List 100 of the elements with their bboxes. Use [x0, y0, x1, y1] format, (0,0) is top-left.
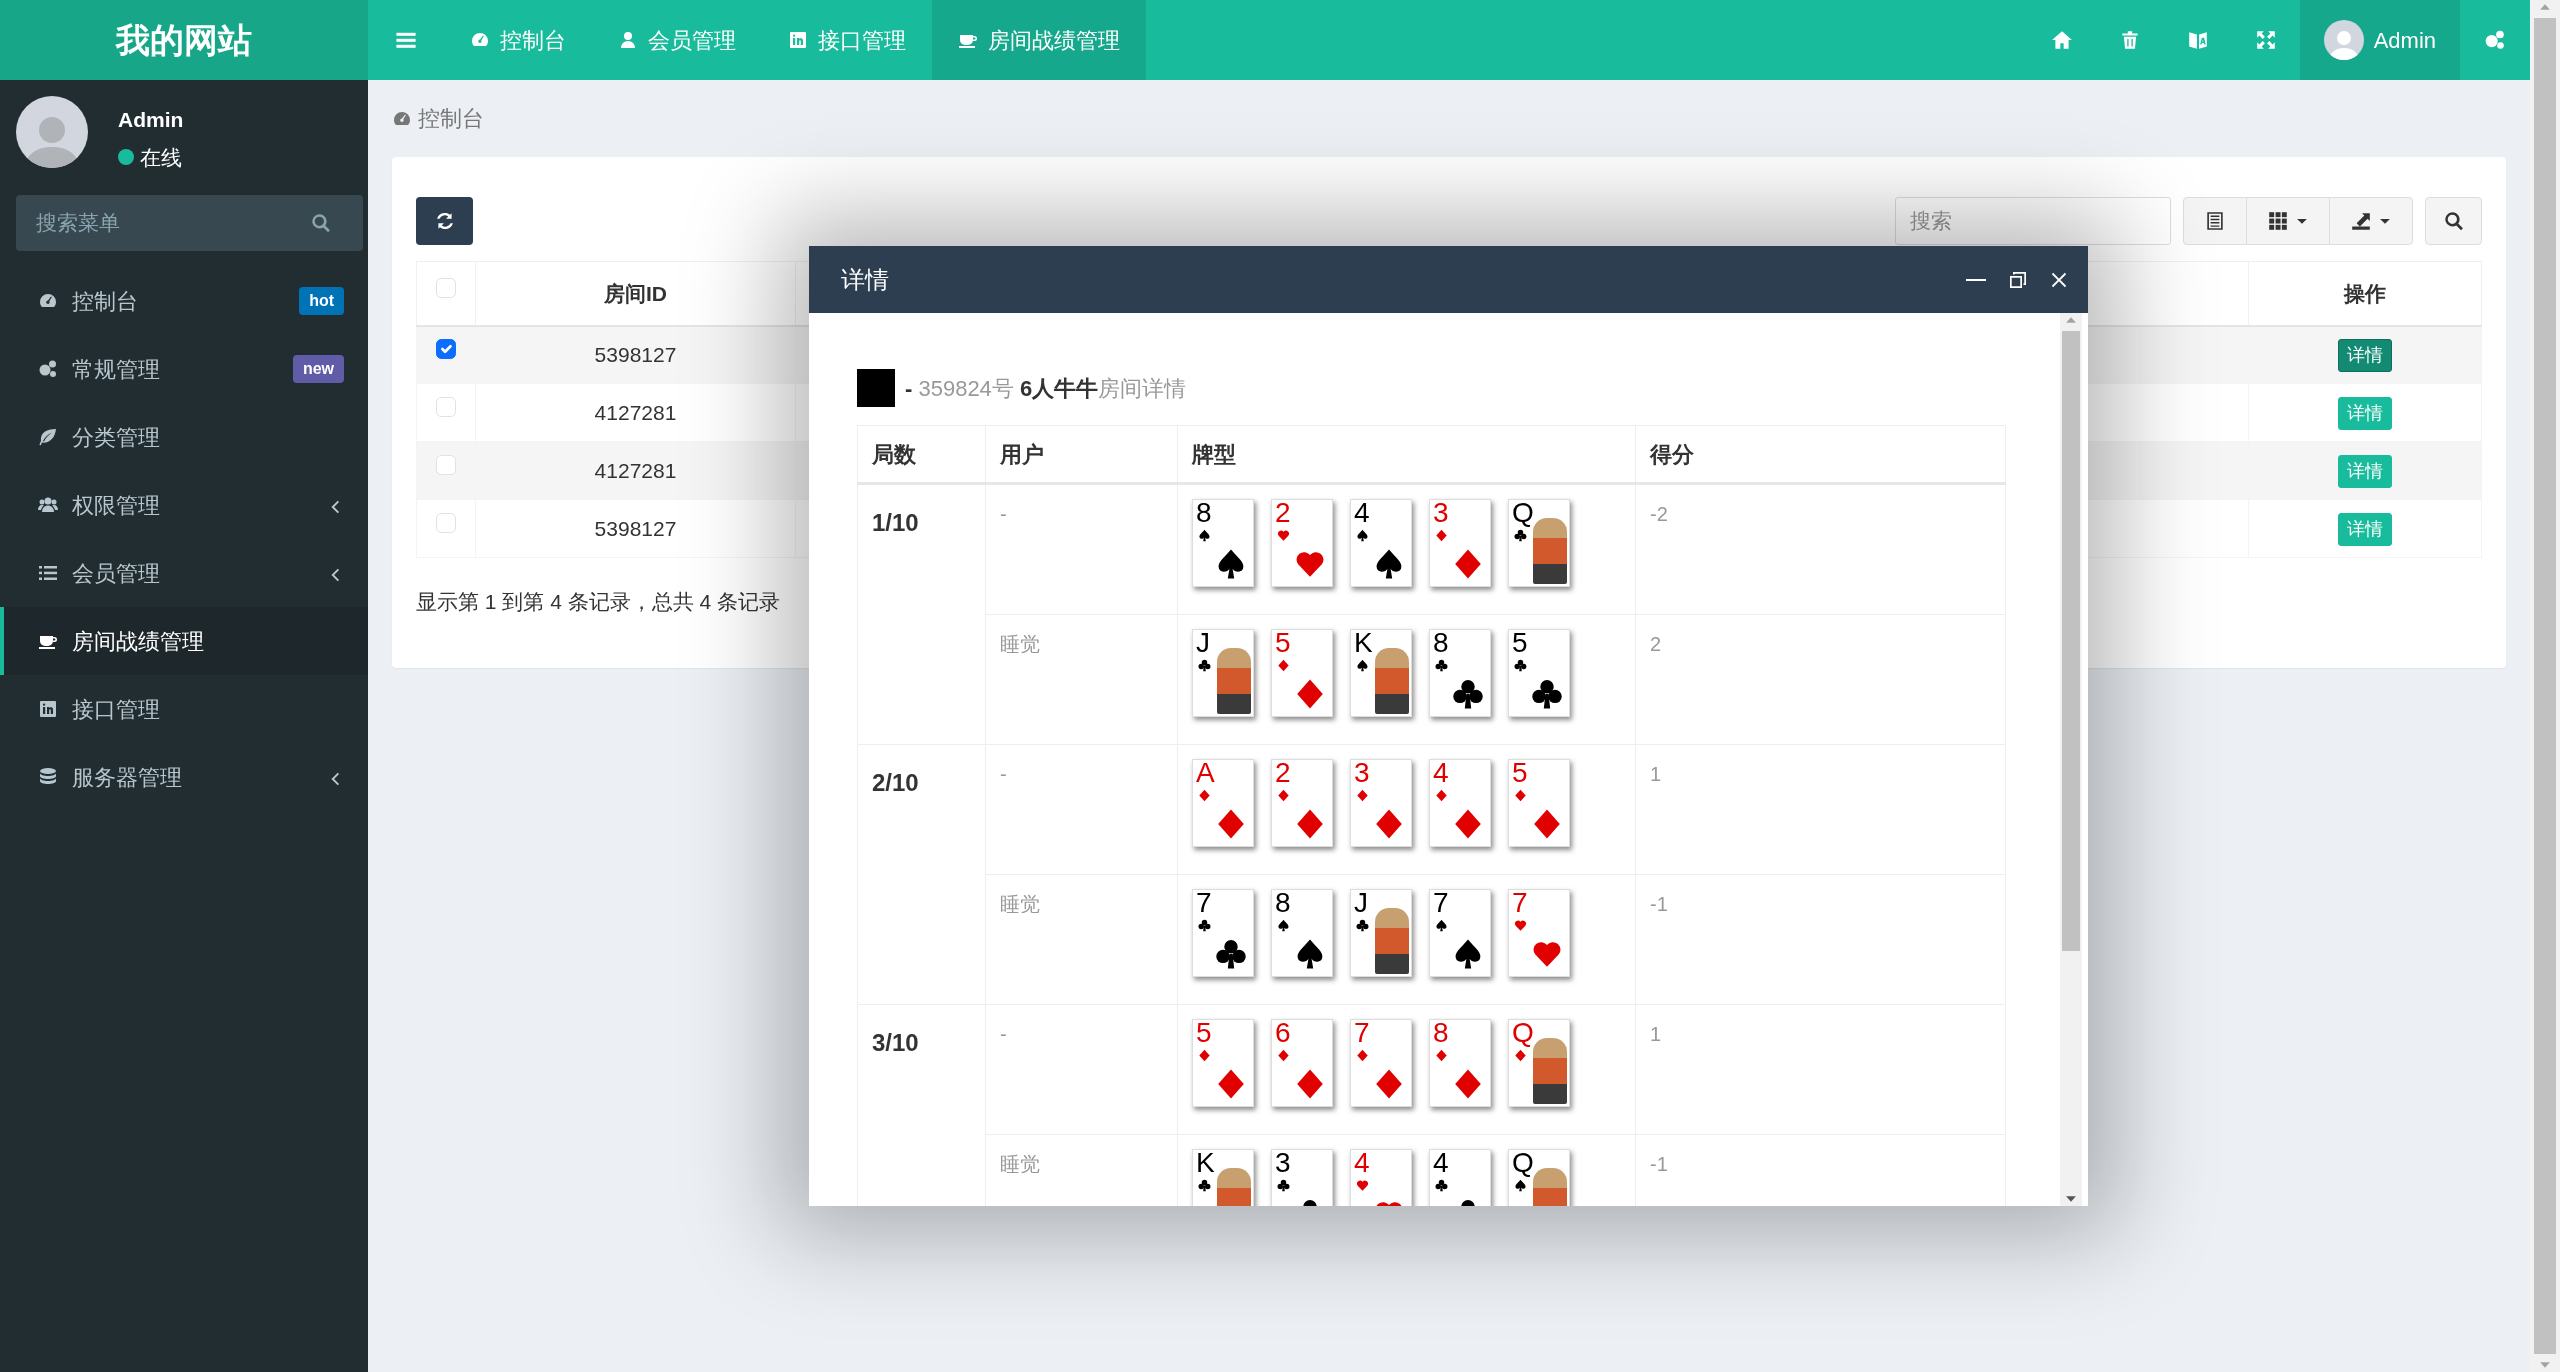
details-button[interactable]: 详情 [2338, 338, 2392, 372]
club-icon [1514, 529, 1527, 542]
card-rank: 4 [1433, 758, 1449, 789]
diamond-icon [1356, 1049, 1369, 1062]
card-rank: Q [1512, 1148, 1534, 1179]
site-logo[interactable]: 我的网站 [0, 0, 368, 80]
table-cell: 5398127 [594, 516, 677, 540]
column-header: 房间ID [475, 261, 796, 326]
sidebar-item[interactable]: 会员管理 [0, 539, 368, 607]
user-menu-button[interactable]: Admin [2299, 0, 2460, 80]
image-placeholder [857, 369, 895, 407]
table-cell: 4127281 [594, 458, 677, 482]
card-rank: J [1196, 628, 1210, 659]
player-name: 睡觉 [1000, 633, 1040, 655]
people-icon [38, 495, 58, 515]
card-rank: 4 [1433, 1148, 1449, 1179]
card-rank: 3 [1433, 498, 1449, 529]
close-button[interactable] [2050, 270, 2068, 289]
score: 1 [1650, 1023, 1662, 1045]
club-icon [1198, 1179, 1211, 1192]
search-button[interactable] [2425, 197, 2482, 245]
heart-icon [1356, 1179, 1369, 1192]
card-rank: 3 [1354, 758, 1370, 789]
maximize-button[interactable] [2008, 269, 2028, 290]
club-icon [1198, 919, 1211, 932]
sidebar-item[interactable]: 服务器管理 [0, 743, 368, 811]
home-icon [2050, 29, 2073, 51]
sidebar-item[interactable]: 权限管理 [0, 471, 368, 539]
sidebar-item[interactable]: 控制台 hot [0, 267, 368, 335]
user-name: Admin [118, 107, 184, 133]
diamond-icon [1435, 529, 1448, 542]
online-dot-icon [118, 149, 134, 166]
player-name: - [1000, 763, 1007, 785]
sidebar-item[interactable]: 分类管理 [0, 403, 368, 471]
sidebar-item[interactable]: 房间战绩管理 [0, 607, 368, 675]
score: -1 [1650, 1153, 1668, 1175]
card-rank: 7 [1354, 1018, 1370, 1049]
menu-badge: hot [299, 287, 344, 315]
person-icon [618, 30, 638, 50]
card-rank: 2 [1275, 498, 1291, 529]
column-header: 牌型 [1177, 425, 1636, 484]
diamond-icon [1198, 789, 1211, 802]
page-scrollbar[interactable] [2534, 18, 2556, 1354]
diamond-icon [1435, 1049, 1448, 1062]
nav-tab[interactable]: 接口管理 [762, 0, 932, 80]
details-button[interactable]: 详情 [2338, 512, 2392, 546]
player-name: 睡觉 [1000, 893, 1040, 915]
table-cell: 5398127 [594, 343, 677, 366]
nav-tab[interactable]: 控制台 [444, 0, 592, 80]
card-rank: 2 [1275, 758, 1291, 789]
select-all-checkbox[interactable] [436, 277, 456, 298]
minimize-button[interactable] [1966, 278, 1986, 281]
club-icon [1435, 1179, 1448, 1192]
heart-icon [1277, 529, 1290, 542]
card-rank: Q [1512, 498, 1534, 529]
export-icon [2350, 210, 2372, 232]
club-icon [1514, 659, 1527, 672]
club-icon [1198, 659, 1211, 672]
dialog-scrollbar[interactable] [2062, 331, 2080, 951]
card-rank: A [1196, 758, 1215, 789]
card-rank: 5 [1275, 628, 1291, 659]
diamond-icon [1356, 789, 1369, 802]
breadcrumb[interactable]: 控制台 [418, 102, 484, 135]
details-button[interactable]: 详情 [2338, 454, 2392, 488]
list-icon [2204, 210, 2226, 232]
spade-icon [1356, 659, 1369, 672]
player-name: - [1000, 1023, 1007, 1045]
club-icon [1277, 1179, 1290, 1192]
diamond-icon [1435, 789, 1448, 802]
user-status: 在线 [140, 144, 182, 171]
search-field[interactable]: 搜索 [1895, 197, 2171, 245]
round-label: 2/10 [872, 769, 919, 796]
card-rank: K [1354, 628, 1373, 659]
spade-icon [1435, 919, 1448, 932]
card-rank: 8 [1433, 1018, 1449, 1049]
menu-search-field[interactable]: 搜索菜单 [16, 195, 363, 251]
expand-icon [2254, 29, 2277, 51]
card-rank: Q [1512, 1018, 1534, 1049]
nav-tab[interactable]: 会员管理 [592, 0, 762, 80]
card-rank: 8 [1275, 888, 1291, 919]
card-rank: 4 [1354, 1148, 1370, 1179]
restore-icon [2008, 269, 2028, 290]
refresh-button[interactable] [416, 197, 473, 245]
diamond-icon [1514, 1049, 1527, 1062]
details-button[interactable]: 详情 [2338, 396, 2392, 430]
score: 2 [1650, 633, 1662, 655]
language-icon [2186, 29, 2209, 51]
leaf-icon [38, 427, 58, 447]
card-rank: 5 [1512, 758, 1528, 789]
sidebar-item[interactable]: 接口管理 [0, 675, 368, 743]
nav-tab[interactable]: 房间战绩管理 [932, 0, 1146, 80]
player-name: - [1000, 503, 1007, 525]
diamond-icon [1198, 1049, 1211, 1062]
score: 1 [1650, 763, 1662, 785]
card-rank: 8 [1196, 498, 1212, 529]
heart-icon [1514, 919, 1527, 932]
spade-icon [1356, 529, 1369, 542]
row-checkbox[interactable] [436, 339, 456, 359]
sidebar-item[interactable]: 常规管理 new [0, 335, 368, 403]
column-header: 局数 [857, 425, 986, 484]
